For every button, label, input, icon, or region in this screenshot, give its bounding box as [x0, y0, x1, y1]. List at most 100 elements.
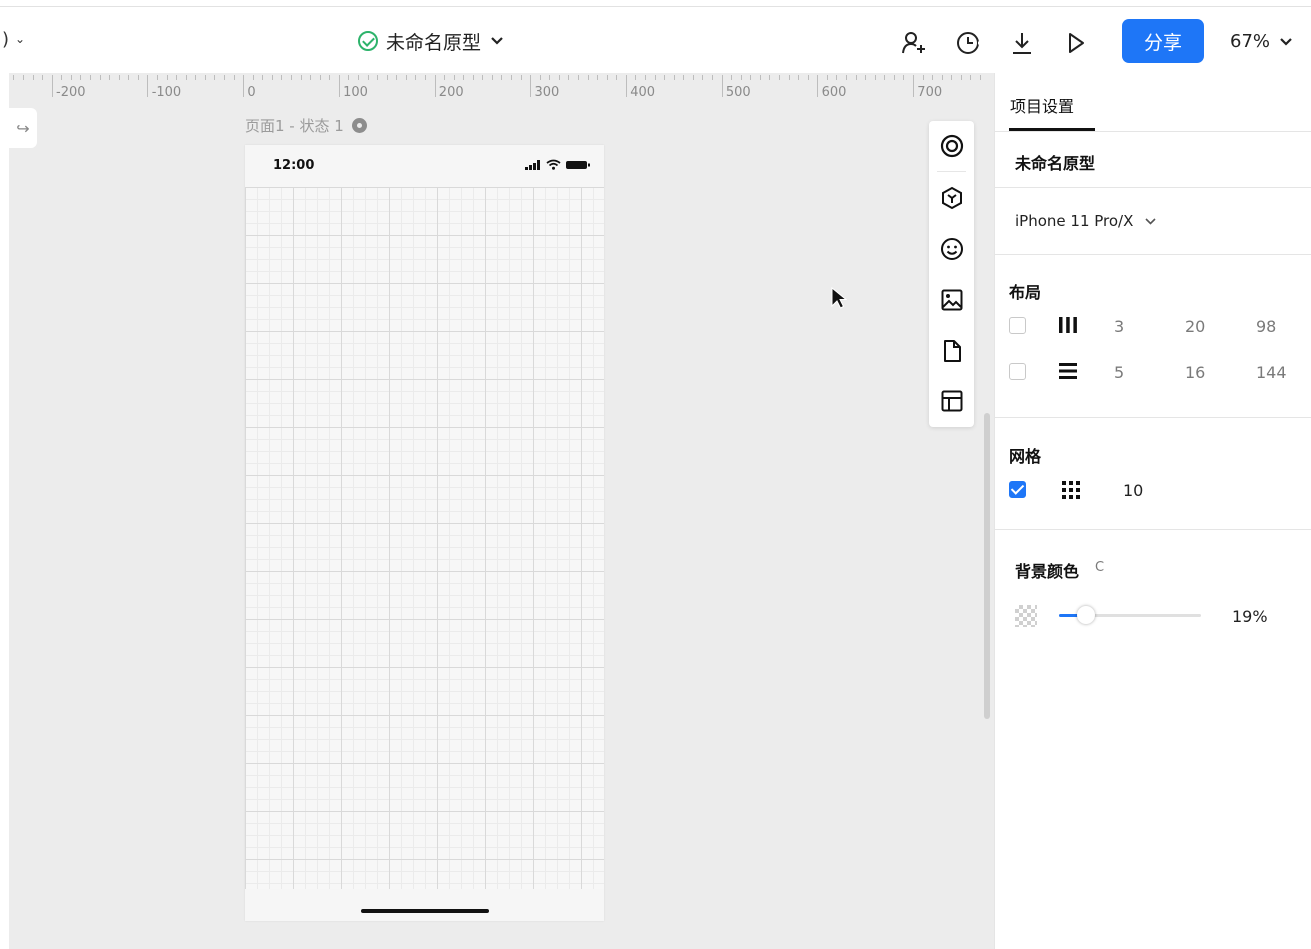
emoji-icon[interactable]: [940, 237, 964, 261]
rows-icon: [1058, 362, 1078, 384]
ruler-label: 500: [725, 85, 751, 100]
ruler-tick: [223, 75, 225, 80]
ruler-tick: [195, 75, 197, 80]
ruler-tick: [893, 75, 895, 80]
rows-count[interactable]: 5: [1114, 363, 1124, 382]
columns-count[interactable]: 3: [1114, 317, 1124, 336]
battery-icon: [566, 160, 590, 169]
add-user-icon[interactable]: [900, 29, 928, 57]
ruler-tick: [501, 75, 503, 80]
rows-height[interactable]: 144: [1256, 363, 1287, 382]
ruler-tick: [606, 75, 608, 80]
status-bar: 12:00: [245, 145, 604, 187]
ruler-label: 300: [534, 85, 560, 100]
ruler-tick: [243, 75, 245, 97]
gear-icon[interactable]: [351, 118, 367, 133]
opacity-value[interactable]: 19%: [1232, 607, 1268, 626]
dot-grid-icon: [1061, 480, 1081, 504]
ruler-tick: [807, 75, 809, 80]
design-canvas[interactable]: -200 -100 0 100 200 300 400 500 600 700 ↪ 页面1 - 状…: [9, 73, 994, 949]
columns-checkbox[interactable]: [1009, 317, 1026, 334]
ruler-tick: [865, 75, 867, 80]
ruler-tick: [941, 75, 943, 80]
canvas-scrollbar[interactable]: [984, 413, 990, 719]
ruler-tick: [32, 75, 34, 80]
ruler-tick: [310, 75, 312, 80]
ruler-tick: [367, 75, 369, 80]
layout-section: [995, 255, 1311, 418]
ruler-label: -100: [151, 85, 182, 100]
ruler-tick: [271, 75, 273, 80]
home-indicator: [361, 909, 489, 913]
phone-frame[interactable]: 12:00: [245, 145, 604, 921]
status-time: 12:00: [273, 158, 315, 173]
project-title-menu[interactable]: 未命名原型: [358, 28, 503, 54]
page-state-label[interactable]: 页面1 - 状态 1: [245, 115, 367, 136]
opacity-slider-handle[interactable]: [1076, 606, 1095, 624]
device-name: iPhone 11 Pro/X: [1015, 212, 1134, 230]
ruler-tick: [233, 75, 235, 80]
target-icon[interactable]: [940, 134, 964, 158]
ruler-tick: [932, 75, 934, 80]
opacity-slider[interactable]: [1059, 606, 1201, 624]
ruler-tick: [262, 75, 264, 80]
ruler-tick: [673, 75, 675, 80]
grid-size[interactable]: 10: [1123, 481, 1143, 500]
columns-gutter[interactable]: 20: [1185, 317, 1205, 336]
ruler-tick: [290, 75, 292, 80]
history-icon[interactable]: [954, 29, 982, 57]
ruler-tick: [415, 75, 417, 80]
ruler-tick: [118, 75, 120, 80]
component-icon[interactable]: [940, 186, 964, 210]
mouse-cursor-icon: [831, 286, 848, 315]
ruler-label: 400: [630, 85, 656, 100]
ruler-tick: [597, 75, 599, 80]
ruler-tick: [70, 75, 72, 80]
arrow-right-icon: ↪: [16, 118, 30, 138]
ruler-tick: [979, 75, 981, 80]
ruler-label: 100: [343, 85, 368, 100]
ruler-label: 200: [438, 85, 464, 100]
ruler-tick: [692, 75, 694, 80]
ruler-tick: [779, 75, 781, 80]
layout-icon[interactable]: [940, 389, 964, 413]
download-icon[interactable]: [1008, 29, 1036, 57]
ruler-tick: [377, 75, 379, 80]
ruler-tick: [405, 75, 407, 80]
ruler-tick: [89, 75, 91, 80]
share-button[interactable]: 分享: [1122, 19, 1204, 63]
play-icon[interactable]: [1062, 29, 1090, 57]
project-menu[interactable]: ) ⌄: [2, 29, 25, 50]
color-swatch[interactable]: [1015, 605, 1037, 627]
zoom-menu[interactable]: 67%: [1230, 31, 1292, 52]
grid-section: [995, 418, 1311, 530]
columns-width[interactable]: 98: [1256, 317, 1276, 336]
ruler-tick: [329, 75, 331, 80]
horizontal-ruler: -200 -100 0 100 200 300 400 500 600 700: [9, 73, 994, 103]
rows-gutter[interactable]: 16: [1185, 363, 1205, 382]
tab-project-settings[interactable]: 项目设置: [1010, 93, 1074, 117]
ruler-tick: [424, 75, 426, 80]
device-select[interactable]: iPhone 11 Pro/X: [1015, 212, 1156, 230]
panel-tabs: 项目设置: [995, 73, 1311, 132]
ruler-tick: [434, 75, 436, 97]
ruler-tick: [99, 75, 101, 80]
status-icons: [525, 159, 590, 170]
left-edge: [0, 73, 9, 949]
ruler-tick: [683, 75, 685, 80]
ruler-tick: [960, 75, 962, 80]
chevron-down-icon: [1145, 215, 1156, 228]
ruler-tick: [740, 75, 742, 80]
ruler-tick: [721, 75, 723, 97]
ruler-tick: [874, 75, 876, 80]
project-name-field[interactable]: 未命名原型: [1015, 150, 1095, 174]
ruler-tick: [453, 75, 455, 80]
image-icon[interactable]: [940, 288, 964, 312]
ruler-tick: [884, 75, 886, 80]
ruler-tick: [214, 75, 216, 80]
expand-sidebar-button[interactable]: ↪: [9, 108, 37, 148]
grid-checkbox[interactable]: [1009, 481, 1026, 498]
page-icon[interactable]: [940, 339, 964, 363]
ruler-tick: [788, 75, 790, 80]
rows-checkbox[interactable]: [1009, 363, 1026, 380]
